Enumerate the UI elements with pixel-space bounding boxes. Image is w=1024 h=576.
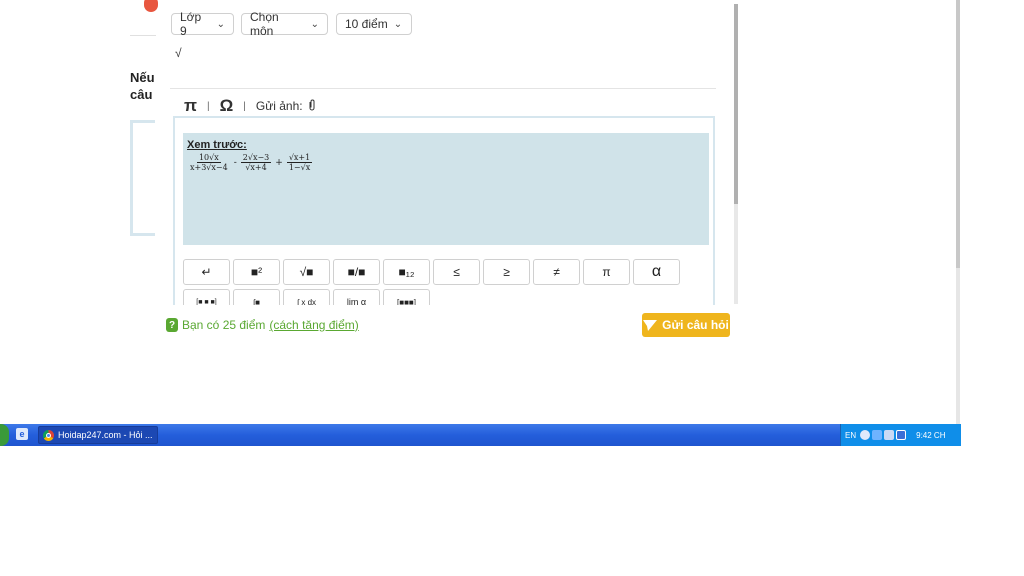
points-text: Bạn có 25 điểm: [182, 318, 266, 332]
fraction-denominator: √x+4: [245, 163, 267, 172]
ask-question-modal: Lớp 9 ⌄ Chọn môn ⌄ 10 điểm ⌄ √ π | Ω | G…: [158, 0, 738, 305]
upload-image-label: Gửi ảnh:: [255, 99, 303, 113]
key-matrix[interactable]: [■ ■ ■]: [183, 289, 230, 305]
taskbar-item-title: Hoidap247.com - Hỏi ...: [58, 430, 153, 440]
key-fraction[interactable]: ■/■: [333, 259, 380, 285]
key-pi[interactable]: π: [583, 259, 630, 285]
page-scrollbar-thumb[interactable]: [956, 0, 960, 268]
fraction-numerator: √x+1: [286, 153, 313, 163]
points-info: ? Bạn có 25 điểm (cách tăng điểm): [166, 318, 359, 332]
toolbar-separator: |: [243, 100, 246, 112]
preview-panel: Xem trước: 10√x x+3√x−4 - 2√x−3 √x+4 + √…: [183, 133, 709, 245]
key-integral[interactable]: ∫ x dx: [283, 289, 330, 305]
start-button[interactable]: [0, 424, 9, 446]
windows-taskbar: e Hoidap247.com - Hỏi ... EN 9:42 CH: [0, 424, 961, 446]
points-select[interactable]: 10 điểm ⌄: [336, 13, 412, 35]
network-icon[interactable]: [872, 430, 883, 440]
key-integral-bounds[interactable]: ∫■: [233, 289, 280, 305]
security-icon[interactable]: [896, 430, 907, 440]
grade-select[interactable]: Lớp 9 ⌄: [171, 10, 234, 38]
omega-symbol-button[interactable]: Ω: [220, 96, 234, 116]
fraction-3: √x+1 1−√x: [286, 153, 313, 172]
chrome-icon: [43, 429, 54, 441]
background-divider: [130, 35, 156, 36]
key-enter[interactable]: ↵: [183, 259, 230, 285]
background-text-1: Nếu: [130, 70, 155, 85]
send-icon: [643, 319, 658, 331]
math-editor: Xem trước: 10√x x+3√x−4 - 2√x−3 √x+4 + √…: [173, 116, 715, 305]
key-less-equal[interactable]: ≤: [433, 259, 480, 285]
key-limit[interactable]: lim α: [333, 289, 380, 305]
modal-scrollbar-thumb[interactable]: [734, 4, 738, 204]
editor-toolbar: π | Ω | Gửi ảnh:: [184, 96, 316, 116]
submit-question-button[interactable]: Gửi câu hỏi: [642, 313, 730, 337]
increase-points-link[interactable]: (cách tăng điểm): [269, 318, 358, 332]
subject-select-value: Chọn môn: [250, 10, 279, 38]
background-frame: [130, 120, 155, 236]
taskbar-item-browser[interactable]: Hoidap247.com - Hỏi ...: [38, 426, 158, 444]
fraction-denominator: x+3√x−4: [190, 163, 228, 172]
subject-select[interactable]: Chọn môn ⌄: [241, 10, 328, 38]
language-indicator[interactable]: EN: [845, 431, 856, 440]
grade-select-value: Lớp 9: [180, 10, 202, 38]
fraction-numerator: 10√x: [196, 153, 221, 163]
volume-icon[interactable]: [884, 430, 895, 440]
chevron-down-icon: ⌄: [310, 18, 319, 30]
chevron-down-icon: ⌄: [393, 18, 403, 30]
fraction-denominator: 1−√x: [288, 163, 311, 172]
fraction-numerator: 2√x−3: [240, 153, 272, 163]
background-text-2: câu: [130, 87, 153, 102]
question-editor-text[interactable]: √: [175, 46, 182, 60]
key-not-equal[interactable]: ≠: [533, 259, 580, 285]
editor-divider: [170, 88, 716, 89]
submit-question-label: Gửi câu hỏi: [662, 318, 729, 332]
ie-icon[interactable]: e: [16, 428, 28, 440]
points-select-value: 10 điểm: [345, 17, 388, 31]
preview-formula: 10√x x+3√x−4 - 2√x−3 √x+4 + √x+1 1−√x: [187, 153, 313, 172]
key-superscript[interactable]: ■²: [233, 259, 280, 285]
toolbar-separator: |: [207, 100, 210, 112]
clock[interactable]: 9:42 CH: [916, 431, 945, 440]
paperclip-icon[interactable]: [308, 99, 316, 114]
key-array[interactable]: [■■■]: [383, 289, 430, 305]
tray-arrow-icon[interactable]: [860, 430, 871, 440]
operator: -: [233, 157, 237, 168]
fraction-1: 10√x x+3√x−4: [188, 153, 230, 172]
help-icon: ?: [166, 318, 178, 332]
pi-symbol-button[interactable]: π: [184, 96, 197, 116]
key-alpha[interactable]: α: [633, 259, 680, 285]
chevron-down-icon: ⌄: [216, 18, 225, 30]
operator: +: [275, 157, 283, 168]
key-greater-equal[interactable]: ≥: [483, 259, 530, 285]
key-subscript[interactable]: ■₁₂: [383, 259, 430, 285]
preview-label: Xem trước:: [187, 139, 247, 151]
key-sqrt[interactable]: √■: [283, 259, 330, 285]
fraction-2: 2√x−3 √x+4: [240, 153, 272, 172]
system-tray: EN 9:42 CH: [840, 424, 961, 446]
